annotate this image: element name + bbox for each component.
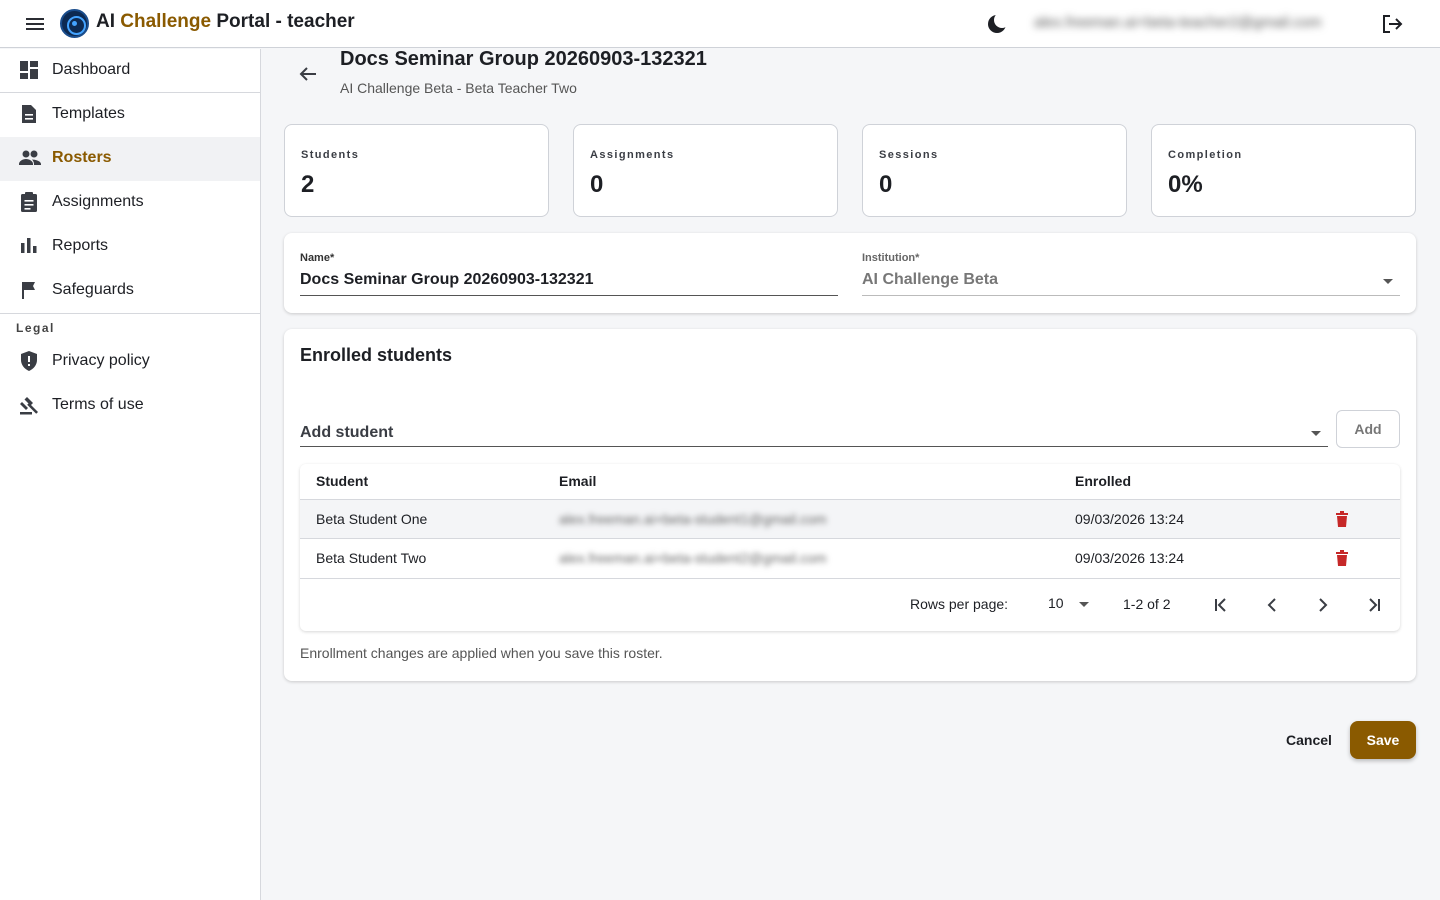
- stat-card-completion: Completion 0%: [1151, 124, 1416, 217]
- sidebar-item-dashboard[interactable]: Dashboard: [0, 49, 260, 93]
- legal-section-label: Legal: [16, 321, 55, 335]
- table-row: Beta Student One alex.freeman.ai+beta-st…: [300, 499, 1400, 538]
- name-field[interactable]: Docs Seminar Group 20260903-132321: [300, 271, 594, 289]
- student-email: alex.freeman.ai+beta-student2@gmail.com: [559, 550, 827, 566]
- sidebar-item-reports[interactable]: Reports: [0, 225, 260, 269]
- top-bar: AI Challenge Portal - teacher alex.freem…: [0, 0, 1440, 48]
- student-name: Beta Student Two: [316, 550, 427, 566]
- student-name: Beta Student One: [316, 511, 428, 527]
- sidebar-item-label: Templates: [52, 105, 125, 122]
- shield-icon: [18, 350, 40, 372]
- chevron-down-icon[interactable]: [1383, 279, 1393, 284]
- sidebar-divider: [0, 313, 260, 314]
- clipboard-icon: [18, 191, 40, 213]
- institution-select[interactable]: AI Challenge Beta: [862, 271, 998, 289]
- logout-icon[interactable]: [1380, 12, 1404, 36]
- enrolled-heading: Enrolled students: [300, 345, 453, 365]
- save-button[interactable]: Save: [1350, 721, 1416, 759]
- trash-icon[interactable]: [1336, 550, 1348, 566]
- stat-card-students: Students 2: [284, 124, 549, 217]
- column-header-email: Email: [559, 473, 597, 489]
- sidebar-item-privacy-policy[interactable]: Privacy policy: [0, 340, 260, 384]
- add-student-underline: [300, 446, 1328, 447]
- people-icon: [18, 147, 41, 169]
- sidebar-item-terms-of-use[interactable]: Terms of use: [0, 384, 260, 428]
- sidebar-item-label: Dashboard: [52, 61, 131, 78]
- stat-card-sessions: Sessions 0: [862, 124, 1127, 217]
- chevron-down-icon[interactable]: [1311, 431, 1321, 436]
- institution-field-underline: [862, 295, 1400, 296]
- menu-icon[interactable]: [24, 13, 46, 35]
- dashboard-icon: [18, 59, 40, 81]
- student-email: alex.freeman.ai+beta-student1@gmail.com: [559, 511, 827, 527]
- sidebar-item-label: Privacy policy: [52, 352, 150, 369]
- enrolled-date: 09/03/2026 13:24: [1075, 511, 1184, 527]
- name-field-underline: [300, 295, 838, 296]
- previous-page-icon[interactable]: [1260, 593, 1284, 617]
- rows-per-page-select[interactable]: 10: [1048, 595, 1064, 611]
- pagination-range: 1-2 of 2: [1123, 596, 1171, 612]
- trash-icon[interactable]: [1336, 511, 1348, 527]
- gavel-icon: [18, 394, 40, 416]
- dark-mode-icon[interactable]: [986, 12, 1010, 35]
- enrolled-table: Student Email Enrolled Beta Student One …: [300, 464, 1400, 631]
- first-page-icon[interactable]: [1209, 593, 1233, 617]
- enrollment-note: Enrollment changes are applied when you …: [300, 645, 663, 661]
- sidebar: Dashboard Templates Rosters Assignments …: [0, 49, 261, 900]
- sidebar-item-rosters[interactable]: Rosters: [0, 137, 260, 181]
- rows-per-page-label: Rows per page:: [910, 596, 1009, 612]
- sidebar-item-templates[interactable]: Templates: [0, 93, 260, 137]
- stat-card-assignments: Assignments 0: [573, 124, 838, 217]
- add-student-button[interactable]: Add: [1336, 410, 1400, 448]
- app-logo: [60, 9, 89, 38]
- sidebar-item-assignments[interactable]: Assignments: [0, 181, 260, 225]
- stat-label: Assignments: [590, 149, 675, 161]
- stat-value: 2: [301, 171, 315, 198]
- stat-value: 0: [879, 171, 893, 198]
- document-icon: [18, 103, 40, 125]
- enrolled-date: 09/03/2026 13:24: [1075, 550, 1184, 566]
- name-field-label: Name*: [300, 252, 335, 264]
- page-title: Docs Seminar Group 20260903-132321: [340, 48, 707, 70]
- user-email: alex.freeman.ai+beta-teacher2@gmail.com: [1034, 14, 1322, 31]
- sidebar-item-label: Reports: [52, 237, 109, 254]
- institution-field-label: Institution*: [862, 252, 920, 264]
- table-footer-divider: [300, 578, 1400, 579]
- add-student-select[interactable]: Add student: [300, 424, 393, 442]
- stat-label: Completion: [1168, 149, 1243, 161]
- back-arrow-icon[interactable]: [296, 62, 320, 86]
- sidebar-item-label: Terms of use: [52, 396, 144, 413]
- chevron-down-icon[interactable]: [1079, 602, 1089, 607]
- sidebar-item-label: Rosters: [52, 149, 112, 166]
- last-page-icon[interactable]: [1362, 593, 1386, 617]
- column-header-enrolled: Enrolled: [1075, 473, 1132, 489]
- table-row: Beta Student Two alex.freeman.ai+beta-st…: [300, 538, 1400, 577]
- column-header-student: Student: [316, 473, 369, 489]
- app-title: AI Challenge Portal - teacher: [96, 11, 355, 32]
- bar-chart-icon: [18, 235, 40, 257]
- cancel-button[interactable]: Cancel: [1276, 724, 1342, 756]
- stat-value: 0: [590, 171, 604, 198]
- sidebar-item-safeguards[interactable]: Safeguards: [0, 269, 260, 313]
- flag-icon: [18, 279, 40, 301]
- sidebar-item-label: Safeguards: [52, 281, 134, 298]
- stat-label: Sessions: [879, 149, 939, 161]
- roster-form-card: Name* Docs Seminar Group 20260903-132321…: [284, 233, 1416, 313]
- sidebar-item-label: Assignments: [52, 193, 144, 210]
- next-page-icon[interactable]: [1311, 593, 1335, 617]
- stat-label: Students: [301, 149, 360, 161]
- stat-value: 0%: [1168, 171, 1203, 198]
- page-subtitle: AI Challenge Beta - Beta Teacher Two: [340, 80, 577, 96]
